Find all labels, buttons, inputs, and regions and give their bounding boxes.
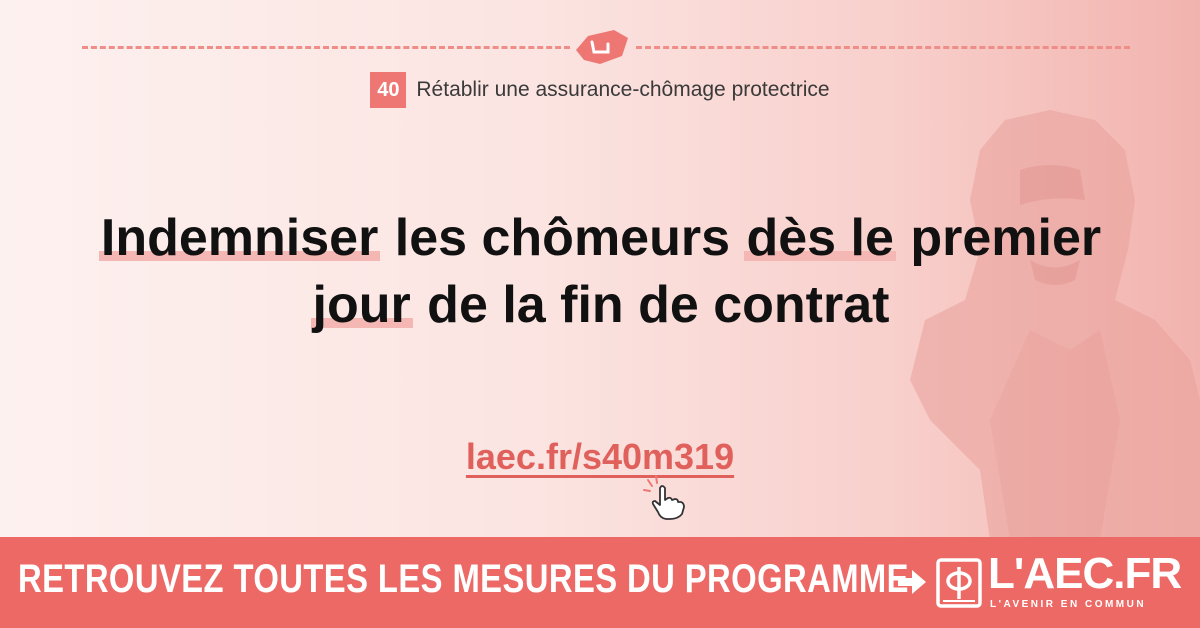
handshake-icon (576, 30, 628, 64)
measure-title: Rétablir une assurance-chômage protectri… (416, 78, 830, 101)
logo-text: L'AEC.FR (988, 549, 1182, 598)
headline-highlight-3: jour (310, 276, 413, 334)
link-row: laec.fr/s40m319 (0, 436, 1200, 478)
bottom-banner[interactable]: RETROUVEZ TOUTES LES MESURES DU PROGRAMM… (0, 537, 1200, 628)
logo-tagline: L'AVENIR EN COMMUN (990, 599, 1147, 610)
headline-text-3: de la fin de contrat (412, 276, 890, 334)
banner-text: RETROUVEZ TOUTES LES MESURES DU PROGRAMM… (18, 557, 909, 601)
measure-number-badge: 40 (370, 72, 407, 108)
share-card: 40 Rétablir une assurance-chômage protec… (0, 0, 1200, 628)
top-divider-right (636, 46, 1130, 49)
headline-line-1: Indemniser les chômeurs dès le premier (0, 205, 1200, 272)
headline-text-2: premier (895, 209, 1102, 267)
arrow-right-icon (898, 570, 926, 594)
headline-line-2: jour de la fin de contrat (0, 272, 1200, 339)
measure-link[interactable]: laec.fr/s40m319 (466, 436, 734, 477)
headline-highlight-1: Indemniser (98, 209, 381, 267)
measure-header: 40 Rétablir une assurance-chômage protec… (0, 72, 1200, 108)
pointer-hand-icon (643, 475, 685, 520)
headline-text-1: les chômeurs (380, 209, 745, 267)
headline-highlight-2: dès le (744, 209, 896, 267)
top-divider-left (82, 46, 570, 49)
phi-book-icon (936, 558, 982, 608)
headline: Indemniser les chômeurs dès le premier j… (0, 205, 1200, 339)
